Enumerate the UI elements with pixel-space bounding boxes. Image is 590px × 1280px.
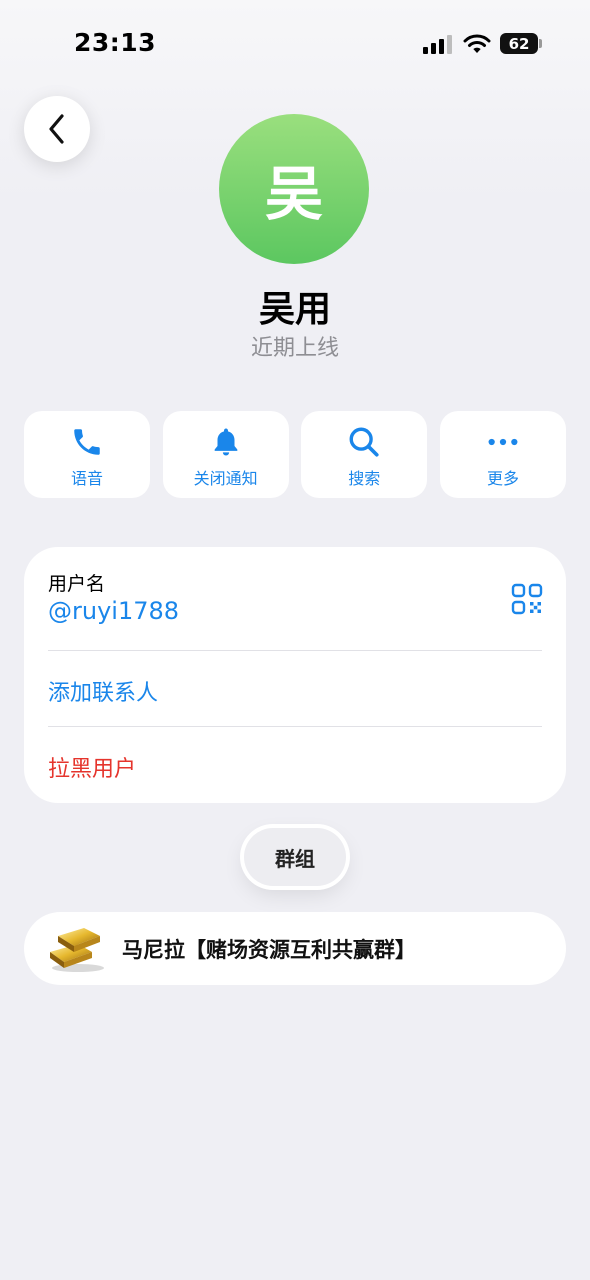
phone-icon: [74, 429, 100, 455]
tab-groups-label: 群组: [275, 846, 315, 871]
cellular-signal-icon: [423, 34, 453, 54]
divider: [48, 726, 542, 727]
group-name: 马尼拉【赌场资源互利共赢群】: [122, 938, 416, 962]
gold-bars-icon: [50, 928, 104, 972]
presence-status: 近期上线: [250, 336, 339, 361]
mute-notifications-button[interactable]: 关闭通知: [162, 411, 289, 498]
tab-groups[interactable]: 群组: [244, 828, 346, 886]
bell-icon: [214, 428, 237, 456]
wifi-icon: [463, 34, 491, 53]
chevron-left-icon: [49, 114, 64, 144]
profile-name: 吴用: [258, 289, 331, 330]
search-icon: [349, 427, 379, 457]
qr-code-icon[interactable]: [511, 583, 543, 615]
add-contact-button[interactable]: 添加联系人: [48, 675, 158, 707]
more-button[interactable]: 更多: [439, 411, 566, 498]
more-icon: [488, 438, 518, 446]
search-label: 搜索: [348, 469, 381, 488]
battery-tip: [539, 39, 542, 48]
divider: [48, 650, 542, 651]
block-user-button[interactable]: 拉黑用户: [48, 751, 136, 783]
status-time: 23:13: [74, 28, 157, 57]
group-list-item[interactable]: 马尼拉【赌场资源互利共赢群】: [24, 912, 566, 985]
voice-call-button[interactable]: 语音: [24, 411, 150, 498]
info-card: 用户名 @ruyi1788 添加联系人 拉黑用户: [24, 547, 566, 803]
mute-notifications-label: 关闭通知: [193, 469, 258, 488]
back-button[interactable]: [24, 96, 90, 162]
battery-indicator: 62: [500, 33, 538, 54]
avatar: 吴: [219, 114, 369, 264]
username-label: 用户名: [48, 573, 106, 595]
action-bar: 语音 关闭通知 搜索 更多: [24, 411, 566, 499]
voice-call-label: 语音: [70, 469, 103, 488]
search-button[interactable]: 搜索: [301, 411, 428, 498]
username-value[interactable]: @ruyi1788: [48, 597, 179, 625]
more-label: 更多: [486, 469, 519, 488]
